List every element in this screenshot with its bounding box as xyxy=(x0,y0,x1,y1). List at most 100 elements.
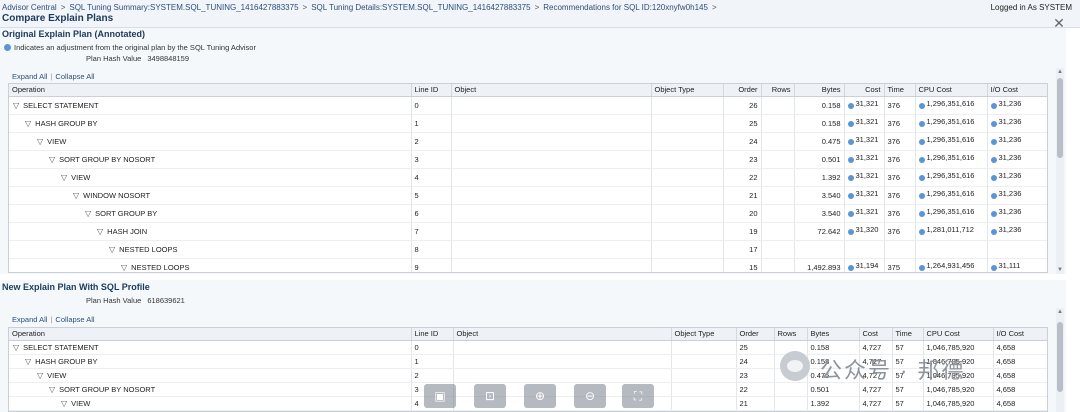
zoom-out-icon[interactable]: ⊖ xyxy=(574,384,606,408)
breadcrumb-advisor-central[interactable]: Advisor Central xyxy=(2,3,57,12)
triangle-down-icon[interactable]: ▽ xyxy=(97,227,103,236)
collapse-all-link[interactable]: Collapse All xyxy=(55,315,94,324)
column-header[interactable]: Line ID xyxy=(411,328,454,341)
table-row[interactable]: ▽ VIEW 2 24 0.475 31,321 376 1,296,351,616 31,23… xyxy=(9,132,1047,151)
column-header[interactable]: Cost xyxy=(859,328,893,341)
line-id-cell: 5 xyxy=(411,186,452,205)
table-row[interactable]: ▽ SORT GROUP BY 6 20 3.540 31,321 376 1,296,351… xyxy=(9,204,1047,223)
breadcrumb-recommendations[interactable]: Recommendations for SQL ID:120xnyfw0h145 xyxy=(543,3,708,12)
column-header[interactable]: I/O Cost xyxy=(993,328,1047,341)
fit-icon[interactable]: ⊡ xyxy=(474,384,506,408)
triangle-down-icon[interactable]: ▽ xyxy=(61,399,67,408)
line-id-cell: 0 xyxy=(411,340,454,355)
triangle-down-icon[interactable]: ▽ xyxy=(49,155,55,164)
triangle-down-icon[interactable]: ▽ xyxy=(25,357,31,366)
line-id-cell: 1 xyxy=(411,114,452,133)
cost-cell: 31,194 xyxy=(844,258,885,272)
cost-cell: 31,321 xyxy=(844,132,885,151)
column-header[interactable]: Object xyxy=(453,328,672,341)
column-header[interactable]: I/O Cost xyxy=(987,84,1047,97)
triangle-down-icon[interactable]: ▽ xyxy=(49,385,55,394)
column-header[interactable]: Rows xyxy=(774,328,808,341)
rows-cell xyxy=(761,96,795,115)
triangle-down-icon[interactable]: ▽ xyxy=(85,209,91,218)
column-header[interactable]: CPU Cost xyxy=(915,84,988,97)
image-icon[interactable]: ▣ xyxy=(424,384,456,408)
object-cell xyxy=(451,258,652,272)
info-dot-icon xyxy=(918,229,925,235)
table-row[interactable]: ▽ SELECT STATEMENT 0 26 0.158 31,321 376 1,296,… xyxy=(9,96,1047,115)
column-header[interactable]: Line ID xyxy=(411,84,452,97)
table-row[interactable]: ▽ WINDOW NOSORT 5 21 3.540 31,321 376 1,296,351… xyxy=(9,186,1047,205)
table-row[interactable]: ▽ HASH GROUP BY 1 25 0.158 31,321 376 1,296,351… xyxy=(9,114,1047,133)
column-header[interactable]: Rows xyxy=(761,84,795,97)
image-viewer-toolbar: ▣ ⊡ ⊕ ⊖ ⛶ xyxy=(424,384,658,410)
io-cost-cell: 31,236 xyxy=(987,168,1047,187)
breadcrumb-sql-tuning-summary[interactable]: SQL Tuning Summary:SYSTEM.SQL_TUNING_141… xyxy=(69,3,298,12)
order-cell: 19 xyxy=(723,222,762,241)
time-cell: 376 xyxy=(884,168,916,187)
column-header[interactable]: Bytes xyxy=(807,328,860,341)
column-header[interactable]: Object Type xyxy=(671,328,737,341)
column-header[interactable]: Order xyxy=(723,84,762,97)
triangle-down-icon[interactable]: ▽ xyxy=(37,371,43,380)
scroll-down-icon[interactable]: ▼ xyxy=(1056,266,1064,274)
column-header[interactable]: Time xyxy=(892,328,924,341)
triangle-down-icon[interactable]: ▽ xyxy=(73,191,79,200)
operation-cell: ▽ NESTED LOOPS xyxy=(9,240,412,259)
operation-name: SELECT STATEMENT xyxy=(23,342,99,352)
operation-name: SORT GROUP BY xyxy=(95,208,158,218)
table-row[interactable]: ▽ HASH JOIN 7 19 72.642 31,320 376 1,281,011,71… xyxy=(9,222,1047,241)
order-cell: 15 xyxy=(723,258,762,272)
table-row[interactable]: ▽ NESTED LOOPS 9 15 1,492.893 31,194 375 1,264,… xyxy=(9,258,1047,272)
original-plan-scrollbar[interactable]: ▲ ▼ xyxy=(1056,68,1064,274)
scroll-up-icon[interactable]: ▲ xyxy=(1056,308,1064,316)
column-header[interactable]: Order xyxy=(736,328,775,341)
scroll-thumb[interactable] xyxy=(1057,78,1063,158)
breadcrumb-sql-tuning-details[interactable]: SQL Tuning Details:SYSTEM.SQL_TUNING_141… xyxy=(311,3,530,12)
column-header[interactable]: Bytes xyxy=(794,84,845,97)
triangle-down-icon[interactable]: ▽ xyxy=(61,173,67,182)
io-cost-cell: 31,236 xyxy=(987,186,1047,205)
column-header[interactable]: Cost xyxy=(844,84,885,97)
order-cell: 25 xyxy=(736,340,775,355)
table-row[interactable]: ▽ SORT GROUP BY NOSORT 3 23 0.501 31,321 376 1,… xyxy=(9,150,1047,169)
operation-cell: ▽ VIEW xyxy=(9,132,412,151)
bytes-cell: 1,492.893 xyxy=(794,258,845,272)
time-cell: 376 xyxy=(884,186,916,205)
table-row[interactable]: ▽ NESTED LOOPS 8 17 xyxy=(9,240,1047,259)
column-header[interactable]: Operation xyxy=(9,84,412,97)
table-row[interactable]: ▽ VIEW 4 22 1.392 31,321 376 1,296,351,616 31,23… xyxy=(9,168,1047,187)
time-cell: 376 xyxy=(884,204,916,223)
triangle-down-icon[interactable]: ▽ xyxy=(121,263,127,272)
info-dot-icon xyxy=(847,139,854,145)
triangle-down-icon[interactable]: ▽ xyxy=(37,137,43,146)
column-header[interactable]: CPU Cost xyxy=(923,328,994,341)
scroll-up-icon[interactable]: ▲ xyxy=(1056,68,1064,76)
column-header[interactable]: Object Type xyxy=(651,84,724,97)
cost-cell: 31,320 xyxy=(844,222,885,241)
bytes-cell: 1.392 xyxy=(794,168,845,187)
object-cell xyxy=(451,132,652,151)
column-header[interactable]: Time xyxy=(884,84,916,97)
line-id-cell: 3 xyxy=(411,150,452,169)
expand-all-link[interactable]: Expand All xyxy=(12,72,47,81)
order-cell: 25 xyxy=(723,114,762,133)
io-cost-cell: 31,236 xyxy=(987,204,1047,223)
line-id-cell: 1 xyxy=(411,354,454,369)
collapse-all-link[interactable]: Collapse All xyxy=(55,72,94,81)
triangle-down-icon[interactable]: ▽ xyxy=(25,119,31,128)
triangle-down-icon[interactable]: ▽ xyxy=(13,343,19,352)
column-header[interactable]: Operation xyxy=(9,328,412,341)
fullscreen-icon[interactable]: ⛶ xyxy=(622,384,654,408)
triangle-down-icon[interactable]: ▽ xyxy=(13,101,19,110)
cost-cell xyxy=(844,240,885,259)
column-header[interactable]: Object xyxy=(451,84,652,97)
plan-hash-label: Plan Hash Value xyxy=(86,296,142,305)
expand-all-link[interactable]: Expand All xyxy=(12,315,47,324)
triangle-down-icon[interactable]: ▽ xyxy=(109,245,115,254)
plan-hash: Plan Hash Value 3498848159 xyxy=(86,54,189,63)
io-cost-cell-value: 31,236 xyxy=(998,207,1022,216)
io-cost-cell: 4,658 xyxy=(993,382,1047,397)
zoom-in-icon[interactable]: ⊕ xyxy=(524,384,556,408)
